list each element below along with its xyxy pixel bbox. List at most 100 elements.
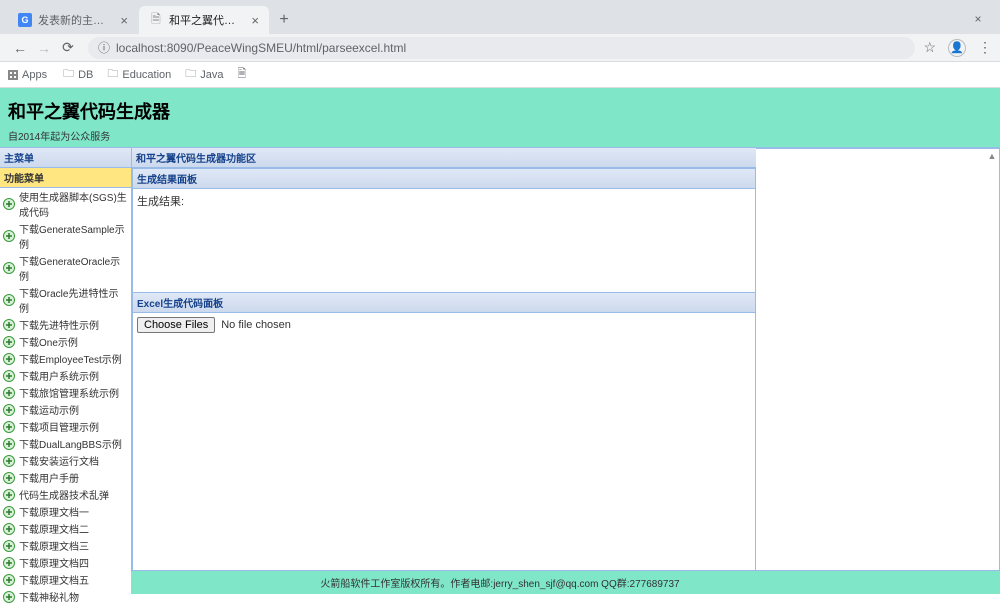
bookmark-db[interactable]: 🗀 DB [63, 65, 93, 84]
footer: 火箭船软件工作室版权所有。作者电邮:jerry_shen_sjf@qq.com … [0, 571, 1000, 594]
main-menu-header[interactable]: 主菜单 [0, 148, 131, 168]
menu-item[interactable]: 下载原理文档五 [0, 571, 131, 588]
menu-item-label: 下载用户系统示例 [19, 368, 99, 383]
menu-item[interactable]: 下载安装运行文档 [0, 452, 131, 469]
menu-item[interactable]: 下载EmployeeTest示例 [0, 350, 131, 367]
page-title: 和平之翼代码生成器 [8, 98, 992, 124]
menu-item-label: 下载用户手册 [19, 470, 79, 485]
plus-icon [3, 574, 15, 586]
menu-item[interactable]: 下载原理文档四 [0, 554, 131, 571]
plus-icon [3, 591, 15, 603]
menu-item-label: 下载Oracle先进特性示例 [19, 285, 128, 315]
nav-back-button[interactable]: ← [8, 36, 32, 60]
footer-text: 火箭船软件工作室版权所有。作者电邮:jerry_shen_sjf@qq.com … [320, 579, 679, 590]
menu-item-label: 下载原理文档一 [19, 504, 89, 519]
menu-item[interactable]: 使用生成器脚本(SGS)生成代码 [0, 188, 131, 220]
menu-item[interactable]: 下载原理文档一 [0, 503, 131, 520]
plus-icon [3, 455, 15, 467]
tab-close-icon[interactable]: × [120, 13, 128, 28]
menu-item[interactable]: 下载旅馆管理系统示例 [0, 384, 131, 401]
menu-item[interactable]: 下载DualLangBBS示例 [0, 435, 131, 452]
menu-item-label: 下载项目管理示例 [19, 419, 99, 434]
url-input[interactable]: ⓘ localhost:8090/PeaceWingSMEU/html/pars… [88, 37, 915, 59]
menu-item-label: 使用生成器脚本(SGS)生成代码 [19, 189, 128, 219]
menu-item[interactable]: 下载用户系统示例 [0, 367, 131, 384]
menu-item[interactable]: 下载神秘礼物 [0, 588, 131, 605]
browser-tab-1[interactable]: 和平之翼代码生成器SME × [139, 6, 269, 34]
menu-item[interactable]: 代码生成器技术乱弹 [0, 486, 131, 503]
menu-list: 使用生成器脚本(SGS)生成代码下载GenerateSample示例下载Gene… [0, 188, 131, 605]
result-panel-header: 生成结果面板 [133, 169, 755, 189]
menu-item[interactable]: 下载运动示例 [0, 401, 131, 418]
result-panel-body: 生成结果: [133, 189, 755, 292]
bookmarks-bar: Apps 🗀 DB 🗀 Education 🗀 Java 🗎 [0, 62, 1000, 88]
folder-icon: 🗀 [63, 65, 74, 84]
excel-panel: Excel生成代码面板 Choose Files No file chosen [132, 293, 756, 571]
func-menu-header[interactable]: 功能菜单 [0, 168, 131, 188]
nav-forward-button[interactable]: → [32, 36, 56, 60]
tab-favicon-doc [149, 13, 163, 27]
site-info-icon[interactable]: ⓘ [98, 39, 110, 56]
bookmark-java[interactable]: 🗀 Java [185, 65, 223, 84]
choose-files-button[interactable]: Choose Files [137, 317, 215, 333]
plus-icon [3, 438, 15, 450]
bookmark-label: DB [78, 69, 93, 81]
menu-item-label: 下载DualLangBBS示例 [19, 436, 122, 451]
menu-item[interactable]: 下载GenerateOracle示例 [0, 252, 131, 284]
apps-grid-icon [8, 70, 18, 80]
menu-item[interactable]: 下载One示例 [0, 333, 131, 350]
new-tab-button[interactable]: + [270, 6, 298, 34]
menu-item-label: 下载运动示例 [19, 402, 79, 417]
plus-icon [3, 421, 15, 433]
menu-item[interactable]: 下载原理文档二 [0, 520, 131, 537]
menu-item[interactable]: 下载原理文档三 [0, 537, 131, 554]
menu-item-label: 下载安装运行文档 [19, 453, 99, 468]
tab-title: 发表新的主题 - ITeye论坛 [38, 12, 114, 28]
menu-item[interactable]: 下载项目管理示例 [0, 418, 131, 435]
excel-panel-body: Choose Files No file chosen [133, 313, 755, 570]
page-subtitle: 自2014年起为公众服务 [8, 128, 992, 143]
menu-item[interactable]: 下载Oracle先进特性示例 [0, 284, 131, 316]
plus-icon [3, 387, 15, 399]
window-controls: × [956, 4, 1000, 34]
result-label: 生成结果: [137, 196, 184, 208]
menu-item-label: 代码生成器技术乱弹 [19, 487, 109, 502]
menu-item-label: 下载GenerateSample示例 [19, 221, 128, 251]
bookmark-label: Java [200, 69, 223, 81]
apps-button[interactable]: Apps [8, 69, 47, 81]
result-panel: 生成结果面板 生成结果: [132, 168, 756, 293]
plus-icon [3, 198, 15, 210]
bookmark-doc[interactable]: 🗎 [238, 65, 251, 84]
scroll-up-icon[interactable]: ▲ [985, 149, 999, 163]
folder-icon: 🗀 [107, 65, 118, 84]
window-close-button[interactable]: × [956, 4, 1000, 34]
menu-item-label: 下载原理文档四 [19, 555, 89, 570]
nav-reload-button[interactable]: ⟳ [56, 36, 80, 60]
center-column: 和平之翼代码生成器功能区 生成结果面板 生成结果: Excel生成代码面板 Ch… [132, 148, 756, 571]
bookmark-education[interactable]: 🗀 Education [107, 65, 171, 84]
main-area: 和平之翼代码生成器功能区 生成结果面板 生成结果: Excel生成代码面板 Ch… [132, 148, 1000, 571]
page-header: 和平之翼代码生成器 自2014年起为公众服务 [0, 88, 1000, 147]
tab-favicon-iteye: G [18, 13, 32, 27]
profile-icon[interactable]: 👤 [948, 39, 966, 57]
menu-item[interactable]: 下载GenerateSample示例 [0, 220, 131, 252]
plus-icon [3, 294, 15, 306]
browser-menu-icon[interactable]: ⋮ [978, 39, 992, 56]
bookmark-star-icon[interactable]: ☆ [923, 39, 936, 56]
browser-tab-0[interactable]: G 发表新的主题 - ITeye论坛 × [8, 6, 138, 34]
url-text: localhost:8090/PeaceWingSMEU/html/parsee… [116, 41, 406, 55]
excel-panel-header: Excel生成代码面板 [133, 293, 755, 313]
plus-icon [3, 336, 15, 348]
url-bar: ← → ⟳ ⓘ localhost:8090/PeaceWingSMEU/htm… [0, 34, 1000, 62]
menu-item[interactable]: 下载先进特性示例 [0, 316, 131, 333]
plus-icon [3, 489, 15, 501]
menu-item-label: 下载旅馆管理系统示例 [19, 385, 119, 400]
content-wrap: 主菜单 功能菜单 使用生成器脚本(SGS)生成代码下载GenerateSampl… [0, 147, 1000, 571]
tab-close-icon[interactable]: × [251, 13, 259, 28]
plus-icon [3, 404, 15, 416]
bookmark-label: Education [122, 69, 171, 81]
plus-icon [3, 523, 15, 535]
plus-icon [3, 370, 15, 382]
menu-item[interactable]: 下载用户手册 [0, 469, 131, 486]
folder-icon: 🗀 [185, 65, 196, 84]
